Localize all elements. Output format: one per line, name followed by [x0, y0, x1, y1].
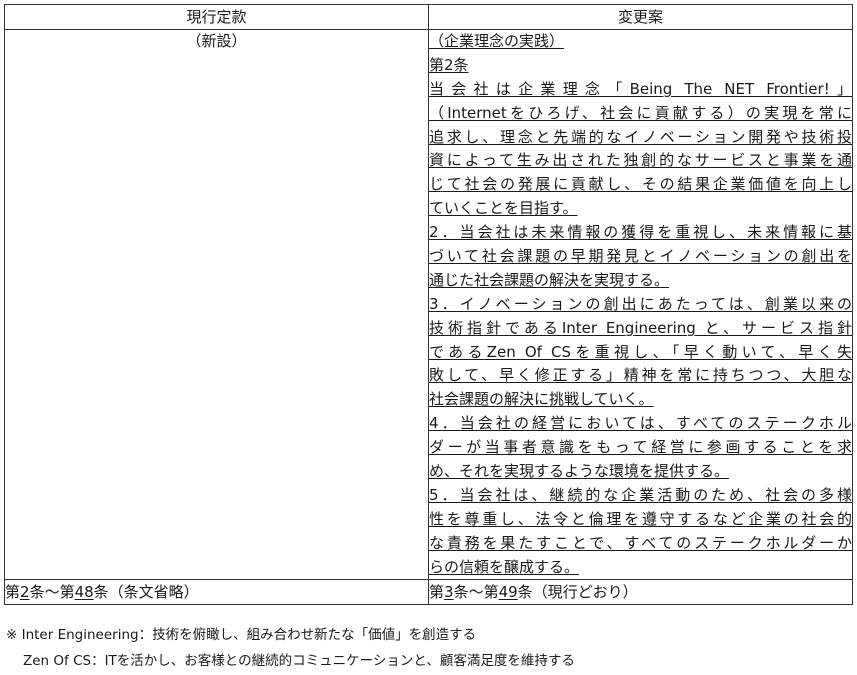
- proposed-text-line: 社会課題の解決に挑戦していく。: [429, 388, 852, 412]
- proposed-text-line-content: であるZen Of CSを重視し、「早く動いて、早く失: [429, 342, 852, 361]
- header-current: 現行定款: [4, 4, 429, 30]
- proposed-text-line-content: 技術指針であるInter Engineering と、サービス指針: [429, 318, 852, 337]
- footer-right-n1: 3: [444, 583, 454, 602]
- proposed-text-line-content: 第2条: [429, 55, 469, 74]
- proposed-text-line-content: 4．当会社の経営においては、すべてのステークホル: [429, 414, 852, 433]
- header-row: 現行定款 変更案: [4, 4, 853, 30]
- footnote-inter-engineering: ※ Inter Engineering：技術を俯瞰し、組み合わせ新たな「価値」を…: [6, 627, 477, 643]
- footnote-zen-of-cs: Zen Of CS：ITを活かし、お客様との継続的コミュニケーションと、顧客満足…: [23, 653, 575, 669]
- footer-right-post: 条（現行どおり）: [517, 583, 638, 602]
- footer-left-n1: 2: [20, 583, 30, 602]
- proposed-text-line: 性を尊重し、法令と倫理を遵守するなど企業の社会的: [429, 508, 852, 532]
- proposed-text-line: め、それを実現するような環境を提供する。: [429, 460, 852, 484]
- proposed-text-line-content: じて社会の発展に貢献し、その結果企業価値を向上し: [429, 175, 852, 194]
- proposed-text-line-content: づいて社会課題の早期発見とイノベーションの創出を: [429, 247, 852, 266]
- proposed-text-line-content: （Internetをひろげ、社会に貢献する）の実現を常に: [429, 103, 852, 122]
- proposed-text-line: 第2条: [429, 54, 852, 78]
- new-article-row: （新設） （企業理念の実践） 第2条当会社は企業理念「Being The NET …: [4, 28, 853, 581]
- footer-right-n2: 49: [498, 583, 518, 602]
- proposed-text-line-content: 追求し、理念と先端的なイノベーション開発や技術投: [429, 127, 852, 146]
- proposed-text-line: 技術指針であるInter Engineering と、サービス指針: [429, 317, 852, 341]
- proposed-text-line: 通じた社会課題の解決を実現する。: [429, 269, 852, 293]
- proposed-text-line: 3．イノベーションの創出にあたっては、創業以来の: [429, 293, 852, 317]
- proposed-text-line: であるZen Of CSを重視し、「早く動いて、早く失: [429, 341, 852, 365]
- proposed-text-line-content: 2．当会社は未来情報の獲得を重視し、未来情報に基: [429, 223, 852, 242]
- proposed-text-line-content: ていくことを目指す。: [429, 199, 578, 218]
- proposed-text-line-content: な責務を果たすことで、すべてのステークホルダーか: [429, 533, 852, 552]
- articles-comparison-table: 現行定款 変更案 （新設） （企業理念の実践） 第2条当会社は企業理念「Being…: [4, 4, 853, 606]
- proposed-text-line-content: 3．イノベーションの創出にあたっては、創業以来の: [429, 294, 852, 313]
- proposed-text-line-content: 社会課題の解決に挑戦していく。: [429, 390, 654, 409]
- footer-left-post: 条（条文省略）: [93, 583, 199, 602]
- proposed-text-line: 追求し、理念と先端的なイノベーション開発や技術投: [429, 126, 852, 150]
- footer-left-pre: 第: [5, 583, 21, 602]
- footer-right-mid: 条～第: [453, 583, 499, 602]
- proposed-text-line: （企業理念の実践）: [429, 30, 852, 54]
- proposed-text-line-content: め、それを実現するような環境を提供する。: [429, 462, 730, 481]
- proposed-text-line-content: 資によって生み出された独創的なサービスと事業を通: [429, 151, 852, 170]
- footer-left-n2: 48: [74, 583, 94, 602]
- proposed-footer-cell: 第3条～第49条（現行どおり）: [428, 579, 853, 606]
- proposed-text-line: ダーが当事者意識をもって経営に参画することを求: [429, 436, 852, 460]
- proposed-text-line: 資によって生み出された独創的なサービスと事業を通: [429, 149, 852, 173]
- current-footer-cell: 第2条～第48条（条文省略）: [4, 579, 429, 606]
- header-proposed: 変更案: [428, 4, 853, 30]
- proposed-text-line: 5．当会社は、継続的な企業活動のため、社会の多様: [429, 484, 852, 508]
- footer-row: 第2条～第48条（条文省略） 第3条～第49条（現行どおり）: [4, 579, 853, 606]
- proposed-text-line: 2．当会社は未来情報の獲得を重視し、未来情報に基: [429, 221, 852, 245]
- proposed-text-line-content: 5．当会社は、継続的な企業活動のため、社会の多様: [429, 485, 852, 504]
- proposed-text-line: 当会社は企業理念「Being The NET Frontier!」: [429, 78, 852, 102]
- proposed-text-line-content: 敗して、早く修正する」精神を常に持ちつつ、大胆な: [429, 366, 852, 385]
- current-cell-new: （新設）: [4, 28, 429, 581]
- proposed-text-line: な責務を果たすことで、すべてのステークホルダーか: [429, 532, 852, 556]
- proposed-text-line: （Internetをひろげ、社会に貢献する）の実現を常に: [429, 102, 852, 126]
- proposed-text-line-content: （企業理念の実践）: [429, 32, 565, 50]
- proposed-text-line: ていくことを目指す。: [429, 197, 852, 221]
- footer-left-mid: 条～第: [29, 583, 75, 602]
- proposed-article-cell: （企業理念の実践） 第2条当会社は企業理念「Being The NET Front…: [428, 28, 853, 581]
- footer-right-pre: 第: [429, 583, 445, 602]
- proposed-text-line: らの信頼を醸成する。: [429, 556, 852, 580]
- proposed-text-line-content: 通じた社会課題の解決を実現する。: [429, 270, 670, 289]
- proposed-text-line-content: らの信頼を醸成する。: [429, 557, 580, 576]
- footnotes: ※ Inter Engineering：技術を俯瞰し、組み合わせ新たな「価値」を…: [6, 622, 575, 674]
- proposed-text-line: づいて社会課題の早期発見とイノベーションの創出を: [429, 245, 852, 269]
- proposed-text-line-content: 当会社は企業理念「Being The NET Frontier!」: [429, 79, 852, 98]
- proposed-text-line: じて社会の発展に貢献し、その結果企業価値を向上し: [429, 173, 852, 197]
- proposed-text-line: 4．当会社の経営においては、すべてのステークホル: [429, 412, 852, 436]
- proposed-text-line-content: ダーが当事者意識をもって経営に参画することを求: [429, 438, 852, 457]
- proposed-text-line-content: 性を尊重し、法令と倫理を遵守するなど企業の社会的: [429, 509, 852, 528]
- proposed-text-line: 敗して、早く修正する」精神を常に持ちつつ、大胆な: [429, 364, 852, 388]
